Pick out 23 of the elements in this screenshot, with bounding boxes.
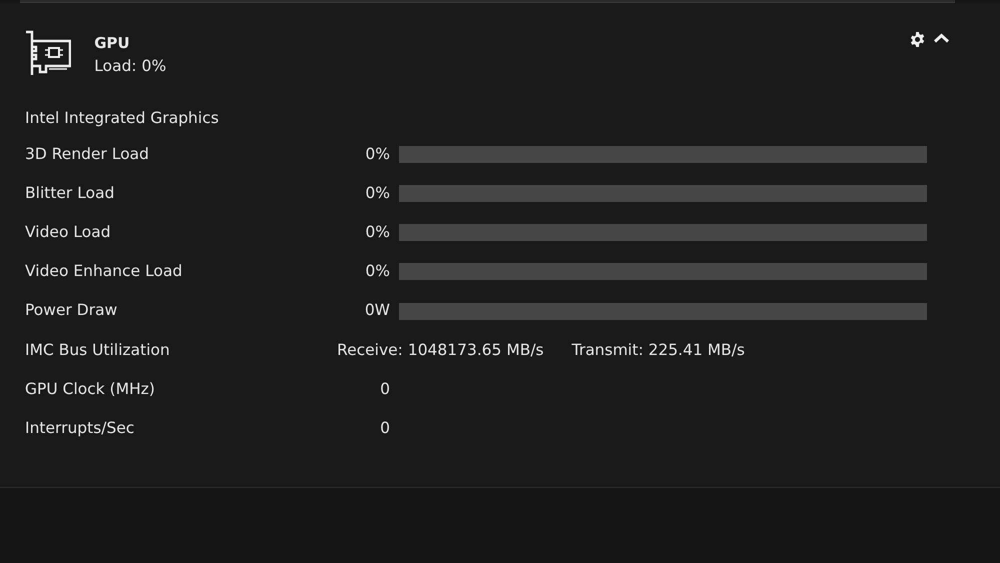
collapse-icon[interactable] [933, 32, 950, 44]
metric-value: 0% [364, 261, 390, 282]
panel-title: GPU [94, 33, 131, 54]
metric-value: Transmit: 225.41 MB/s [572, 340, 745, 361]
metric-label: GPU Clock (MHz) [25, 378, 156, 400]
graphics-card-icon [25, 29, 71, 77]
metric-label: Video Load [25, 222, 112, 244]
load-text: Load: 0% [94, 56, 166, 76]
settings-icon[interactable] [910, 32, 926, 47]
metric-label: IMC Bus Utilization [25, 340, 171, 361]
metric-value: 0 [379, 418, 390, 440]
metric-label: Blitter Load [25, 182, 116, 204]
metric-value: 0% [364, 144, 390, 165]
metric-label: Power Draw [25, 300, 118, 322]
metric-value: 0 [379, 378, 390, 400]
metric-label: 3D Render Load [25, 144, 150, 165]
metric-label: Video Enhance Load [25, 261, 184, 282]
metric-value: 0% [364, 222, 390, 244]
device-name: Intel Integrated Graphics [25, 108, 220, 129]
metric-value: 0% [364, 182, 390, 204]
metric-value: Receive: 1048173.65 MB/s [337, 340, 544, 361]
metric-value: 0W [364, 300, 390, 322]
metric-label: Interrupts/Sec [25, 418, 136, 440]
